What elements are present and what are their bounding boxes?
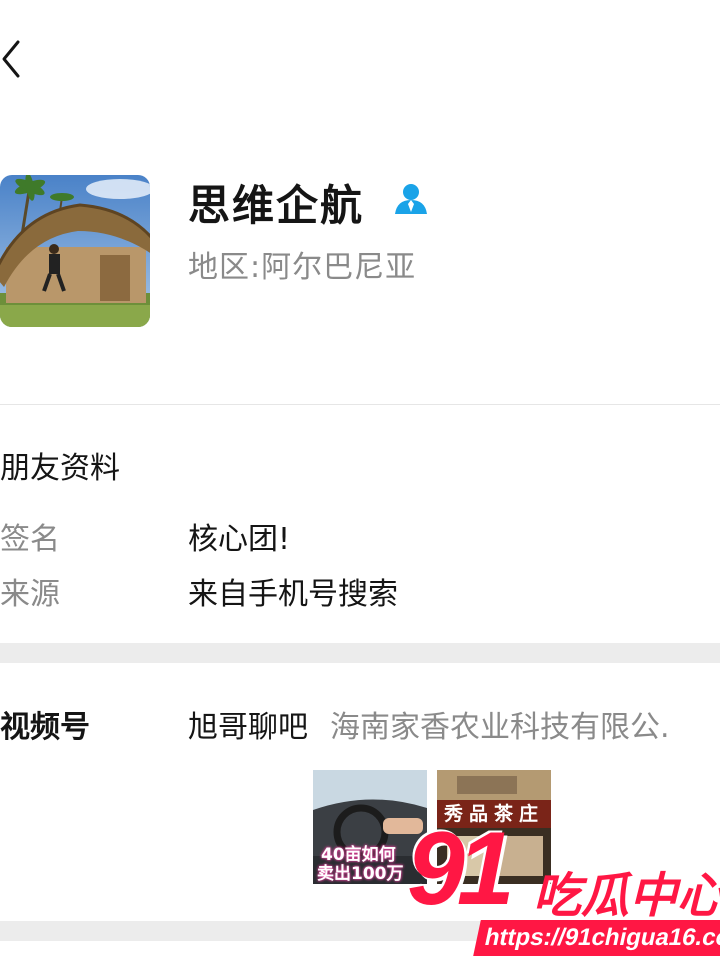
person-icon	[393, 182, 429, 216]
channels-label: 视频号	[0, 710, 90, 745]
back-button[interactable]	[0, 34, 36, 84]
thumbnail-caption-line2: 卖出100万	[317, 864, 404, 884]
avatar[interactable]	[0, 175, 150, 327]
field-label-source: 来源	[0, 577, 60, 612]
field-value-signature: 核心团!	[188, 522, 291, 557]
region-value: 阿尔巴尼亚	[261, 250, 417, 285]
watermark-number: 91	[407, 811, 515, 927]
channel-company: 海南家香农业科技有限公.	[330, 710, 670, 745]
profile-name: 思维企航	[188, 181, 365, 230]
watermark: 91 吃瓜中心 https://91chigua16.com	[405, 811, 720, 960]
region-row: 地区:阿尔巴尼亚	[188, 242, 416, 286]
region-label: 地区:	[188, 250, 262, 285]
watermark-url: https://91chigua16.com	[473, 920, 720, 956]
section-separator	[0, 643, 720, 663]
section-title-friend-info: 朋友资料	[0, 451, 120, 486]
divider	[0, 404, 720, 405]
field-label-signature: 签名	[0, 522, 60, 557]
watermark-text: 吃瓜中心	[533, 868, 720, 924]
field-value-source: 来自手机号搜索	[188, 577, 398, 612]
channel-name: 旭哥聊吧	[188, 710, 308, 745]
avatar-photo	[0, 175, 150, 327]
thumbnail-caption-line1: 40亩如何	[321, 845, 396, 865]
chevron-left-icon	[2, 40, 20, 78]
channels-info: 旭哥聊吧 海南家香农业科技有限公.	[188, 702, 670, 746]
